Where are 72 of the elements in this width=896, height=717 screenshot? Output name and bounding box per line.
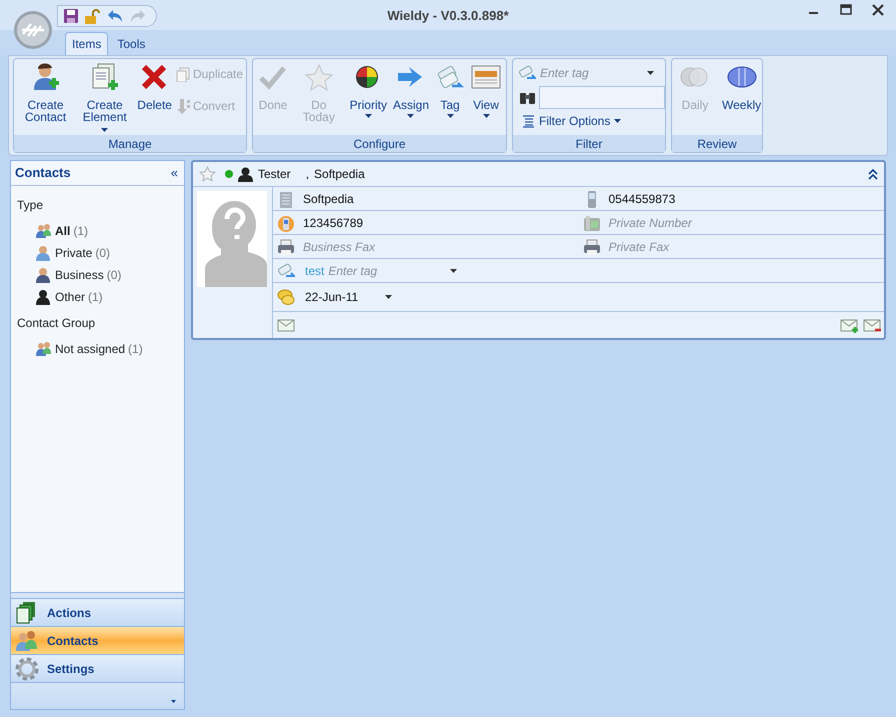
ribbon-button[interactable]: Tag (433, 63, 467, 135)
ribbon-button[interactable]: Create Contact (17, 63, 74, 135)
contact-name: Tester (258, 166, 291, 183)
caret-icon (647, 71, 654, 75)
phone-circle-icon (277, 214, 295, 232)
group-label: Configure (253, 135, 506, 152)
input-field[interactable]: Softpedia (303, 190, 354, 208)
caret-icon[interactable] (171, 700, 176, 703)
printer-icon (582, 238, 600, 256)
down-arrow-icon (176, 98, 191, 114)
document-add-icon (90, 63, 120, 93)
printer-icon (277, 238, 295, 256)
caret-icon (385, 295, 392, 299)
star-icon (304, 63, 334, 93)
sidebar-item[interactable]: All (1) (17, 220, 178, 242)
date-field[interactable]: 22-Jun-11 (305, 288, 385, 306)
ribbon-button[interactable]: Create Element (76, 63, 134, 135)
collapse-button[interactable]: « (170, 163, 180, 183)
star-icon[interactable] (199, 166, 216, 182)
envelope-remove-icon[interactable] (863, 316, 882, 334)
sidebar-item[interactable]: Private (0) (17, 242, 178, 264)
save-icon[interactable] (64, 9, 78, 23)
ribbon-button[interactable]: Delete (135, 63, 174, 135)
envelope-add-icon[interactable] (840, 316, 859, 334)
ribbon-button[interactable]: View (469, 63, 503, 135)
nav-button[interactable]: Settings (11, 654, 184, 682)
person-icon (238, 166, 253, 182)
person-icon (35, 289, 52, 305)
binoculars-icon (520, 91, 535, 104)
padlock-icon[interactable] (85, 8, 100, 24)
undo-icon[interactable] (107, 9, 123, 23)
search-field[interactable] (539, 86, 665, 109)
maximize-icon[interactable] (840, 4, 852, 16)
desk-phone-icon (582, 214, 600, 232)
separator-text: , (306, 166, 310, 183)
speech-bubbles-icon (277, 288, 295, 306)
avatar-placeholder-icon (197, 191, 267, 287)
nav-button[interactable]: Contacts (11, 626, 184, 654)
filter-lines-icon (522, 114, 535, 128)
input-field[interactable]: 123456789 (303, 214, 364, 232)
people-icon (35, 223, 52, 239)
sidebar-item[interactable]: Not assigned (1) (17, 338, 178, 360)
person-icon (35, 245, 52, 261)
group-label: Manage (14, 135, 246, 152)
group-label: Review (672, 135, 762, 152)
section-heading: Contact Group (17, 315, 96, 332)
input-field[interactable]: 0544559873 (608, 190, 676, 208)
sidebar-item[interactable]: Business (0) (17, 264, 178, 286)
people-icon (35, 341, 52, 357)
caret-icon (450, 268, 458, 272)
ribbon-button[interactable]: Priority (348, 63, 389, 135)
people-icon (15, 628, 39, 652)
envelope-icon[interactable] (277, 316, 295, 334)
section-heading: Type (17, 197, 44, 214)
ribbon-tab[interactable]: Tools (110, 32, 152, 55)
caret-icon (614, 119, 622, 123)
window-title: Wieldy - V0.3.0.898* (387, 7, 509, 25)
gear-icon (15, 656, 39, 680)
contact-company: Softpedia (314, 166, 366, 183)
nav-button[interactable]: Actions (11, 598, 184, 626)
group-label: Filter (513, 135, 665, 152)
sidebar-item[interactable]: Other (1) (17, 286, 178, 308)
ribbon-button[interactable]: Assign (390, 63, 431, 135)
ribbon-button[interactable]: Weekly (720, 63, 764, 135)
filter-options-button[interactable]: Filter Options (516, 112, 660, 130)
copy-icon (176, 66, 191, 82)
redo-icon (130, 9, 146, 23)
person-icon (35, 267, 52, 283)
collapse-icon[interactable] (868, 168, 878, 180)
ribbon-tab[interactable]: Items (65, 32, 108, 55)
close-icon[interactable] (872, 4, 884, 16)
sidebar-title: Contacts (15, 164, 71, 182)
